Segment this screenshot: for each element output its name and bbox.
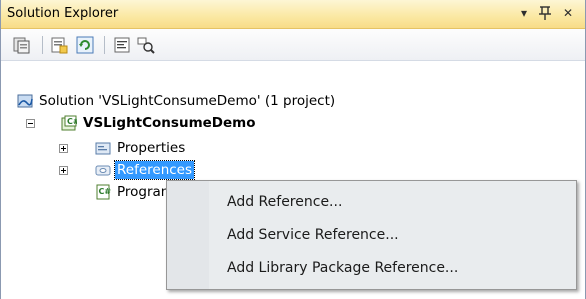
solution-label: Solution 'VSLightConsumeDemo' (1 project… <box>39 93 336 109</box>
show-all-files-icon[interactable] <box>12 35 32 55</box>
class-diagram-icon[interactable] <box>136 35 156 55</box>
pin-icon[interactable] <box>536 4 554 22</box>
menu-item-add-reference[interactable]: Add Reference... <box>169 187 574 219</box>
view-code-icon[interactable] <box>112 35 132 55</box>
csharp-file-icon: C# <box>95 184 111 200</box>
tree-node-solution[interactable]: Solution 'VSLightConsumeDemo' (1 project… <box>17 90 437 112</box>
menu-item-label: Add Reference... <box>227 194 343 210</box>
csharp-project-icon: C# <box>61 115 80 131</box>
references-label: References <box>113 160 196 180</box>
svg-text:C#: C# <box>99 187 112 196</box>
toolbar <box>1 29 585 61</box>
properties-folder-icon <box>95 140 111 156</box>
panel-title: Solution Explorer <box>7 6 119 21</box>
tree-node-program[interactable]: C# Program.cs <box>17 181 193 203</box>
window-position-dropdown-icon[interactable]: ▾ <box>515 4 533 22</box>
properties-label: Properties <box>117 140 186 156</box>
svg-text:C#: C# <box>67 117 77 126</box>
expand-icon[interactable] <box>59 144 68 153</box>
properties-icon[interactable] <box>49 35 69 55</box>
title-bar[interactable]: Solution Explorer ▾ ✕ <box>1 0 585 29</box>
tree-node-references[interactable]: References <box>17 159 317 181</box>
menu-item-label: Add Library Package Reference... <box>227 260 459 276</box>
menu-item-add-library-package-reference[interactable]: Add Library Package Reference... <box>169 253 574 285</box>
refresh-icon[interactable] <box>75 35 95 55</box>
solution-icon <box>17 93 33 109</box>
tree-node-project[interactable]: C# VSLightConsumeDemo <box>17 112 437 134</box>
references-folder-icon <box>95 162 111 178</box>
collapse-icon[interactable] <box>26 119 35 128</box>
project-label: VSLightConsumeDemo <box>83 115 256 131</box>
close-icon[interactable]: ✕ <box>559 4 577 22</box>
context-menu: Add Reference... Add Service Reference..… <box>166 180 577 290</box>
toolbar-separator <box>42 36 43 54</box>
toolbar-separator <box>104 36 105 54</box>
menu-item-label: Add Service Reference... <box>227 227 399 243</box>
expand-icon[interactable] <box>59 166 68 175</box>
tree-node-properties[interactable]: Properties <box>17 137 317 159</box>
menu-item-add-service-reference[interactable]: Add Service Reference... <box>169 220 574 252</box>
